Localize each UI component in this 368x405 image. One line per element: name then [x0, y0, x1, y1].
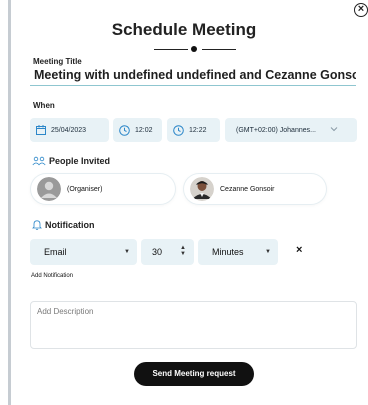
chevron-down-icon [330, 127, 338, 132]
add-notification-link[interactable]: Add Notification [31, 273, 73, 279]
people-invited-text: People Invited [49, 156, 111, 166]
remove-notification-icon[interactable]: × [296, 244, 302, 256]
meeting-title-label: Meeting Title [33, 57, 82, 66]
organiser-name: (Organiser) [67, 185, 103, 193]
notification-method-select[interactable]: Email ▼ [30, 239, 137, 265]
close-icon[interactable]: × [354, 3, 368, 17]
notification-unit-value: Minutes [212, 247, 244, 257]
caret-down-icon: ▼ [124, 249, 130, 255]
organiser-chip[interactable]: (Organiser) [31, 174, 175, 204]
description-textarea[interactable]: Add Description [30, 301, 357, 349]
stepper-arrows-icon[interactable]: ▲ ▼ [180, 245, 186, 257]
people-icon [32, 156, 46, 166]
send-meeting-request-button[interactable]: Send Meeting request [134, 362, 254, 386]
clock-icon [119, 124, 130, 136]
timezone-select[interactable]: (GMT+02:00) Johannes... [225, 118, 357, 142]
notification-unit-select[interactable]: Minutes ▼ [198, 239, 278, 265]
dialog-title: Schedule Meeting [111, 20, 257, 39]
when-label: When [33, 101, 55, 110]
bell-icon [32, 220, 42, 230]
avatar [190, 177, 214, 201]
meeting-title-input[interactable]: Meeting with undefined undefined and Cez… [30, 66, 356, 86]
notification-amount-value: 30 [152, 247, 163, 257]
people-invited-label: People Invited [32, 156, 110, 166]
notification-label: Notification [32, 219, 95, 230]
start-time-value: 12:02 [135, 126, 153, 134]
clock-icon [173, 124, 184, 136]
title-divider [154, 44, 236, 54]
timezone-value: (GMT+02:00) Johannes... [236, 126, 316, 134]
calendar-icon [36, 125, 46, 135]
notification-amount-stepper[interactable]: 30 ▲ ▼ [141, 239, 194, 265]
date-value: 25/04/2023 [51, 126, 87, 134]
date-picker[interactable]: 25/04/2023 [30, 118, 109, 142]
invitee-chip[interactable]: Cezanne Gonsoir [184, 174, 326, 204]
start-time-picker[interactable]: 12:02 [113, 118, 162, 142]
end-time-picker[interactable]: 12:22 [167, 118, 220, 142]
notification-method-value: Email [44, 247, 67, 257]
end-time-value: 12:22 [189, 126, 207, 134]
invitee-name: Cezanne Gonsoir [220, 185, 275, 193]
caret-down-icon: ▼ [265, 249, 271, 255]
avatar [37, 177, 61, 201]
notification-text: Notification [45, 219, 95, 230]
left-border [8, 0, 11, 405]
